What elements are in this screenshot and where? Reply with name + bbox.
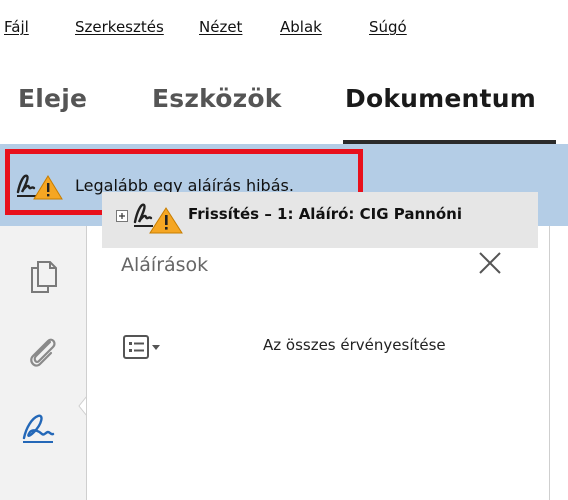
attachment-icon[interactable] [24,334,60,370]
signature-item-label: Frissítés – 1: Aláíró: CIG Pannóni [188,205,462,223]
menu-file[interactable]: Fájl [4,18,29,36]
menu-view[interactable]: Nézet [199,18,242,36]
tab-home[interactable]: Eleje [18,84,87,113]
menu-help[interactable]: Súgó [369,18,407,36]
signatures-panel: Aláírások Az összes érvényesítése [86,226,550,500]
plus-box-icon[interactable] [116,210,128,222]
main-tabs: Eleje Eszközök Dokumentum [0,52,568,144]
signature-list-item[interactable]: Frissítés – 1: Aláíró: CIG Pannóni [102,192,538,248]
list-options-icon[interactable] [123,334,163,360]
menu-bar: Fájl Szerkesztés Nézet Ablak Súgó [0,0,568,52]
menu-window[interactable]: Ablak [280,18,322,36]
tab-tools[interactable]: Eszközök [152,84,282,113]
signature-warning-icon [133,203,183,234]
menu-edit[interactable]: Szerkesztés [75,18,164,36]
panel-title: Aláírások [121,254,209,276]
pages-icon[interactable] [26,258,62,294]
signature-icon[interactable] [20,410,56,446]
tab-document[interactable]: Dokumentum [345,84,536,113]
validate-all-button[interactable]: Az összes érvényesítése [263,336,446,354]
left-navigation-rail [0,226,86,500]
close-icon[interactable] [475,248,505,278]
